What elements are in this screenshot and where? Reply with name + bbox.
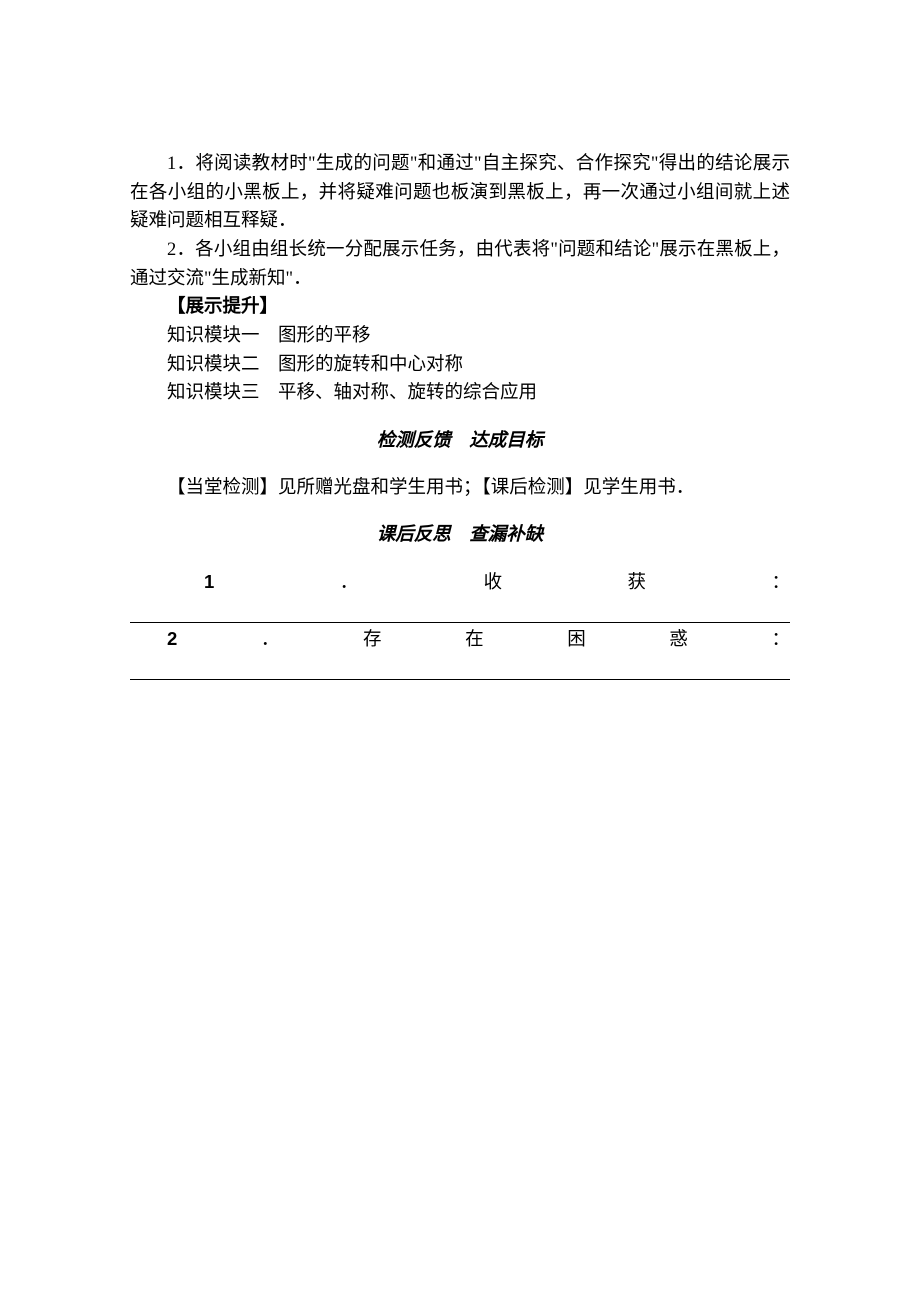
- reflect-row-1: 1 ． 收 获 ：: [130, 568, 790, 598]
- heading-display-elevate: 【展示提升】: [130, 293, 790, 322]
- module-3: 知识模块三 平移、轴对称、旋转的综合应用: [130, 379, 790, 408]
- heading-feedback: 检测反馈 达成目标: [130, 427, 790, 456]
- check-line: 【当堂检测】见所赠光盘和学生用书；【课后检测】见学生用书．: [130, 474, 790, 503]
- reflect2-colon: ：: [771, 626, 790, 655]
- heading-reflect: 课后反思 查漏补缺: [130, 521, 790, 550]
- reflect1-colon: ：: [734, 569, 790, 598]
- reflect1-c1: 收: [447, 569, 503, 598]
- reflect2-blank-line: [130, 657, 790, 680]
- paragraph-2: 2．各小组由组长统一分配展示任务，由代表将"问题和结论"展示在黑板上，通过交流"…: [130, 236, 790, 293]
- reflect2-c4: 惑: [669, 626, 688, 655]
- reflect2-dot: ．: [261, 626, 280, 655]
- module-2: 知识模块二 图形的旋转和中心对称: [130, 351, 790, 380]
- document-page: 1．将阅读教材时"生成的问题"和通过"自主探究、合作探究"得出的结论展示在各小组…: [0, 0, 920, 720]
- reflect2-c2: 在: [465, 626, 484, 655]
- reflect2-c3: 困: [567, 626, 586, 655]
- reflect2-c1: 存: [363, 626, 382, 655]
- reflect1-dot: ．: [303, 569, 359, 598]
- reflect1-blank-line: [130, 600, 790, 623]
- module-1: 知识模块一 图形的平移: [130, 322, 790, 351]
- reflect1-c2: 获: [591, 569, 647, 598]
- paragraph-1: 1．将阅读教材时"生成的问题"和通过"自主探究、合作探究"得出的结论展示在各小组…: [130, 150, 790, 236]
- reflect2-num: 2: [167, 625, 177, 654]
- reflect1-num: 1: [167, 568, 214, 597]
- reflect-row-2: 2 ． 存 在 困 惑 ：: [130, 625, 790, 655]
